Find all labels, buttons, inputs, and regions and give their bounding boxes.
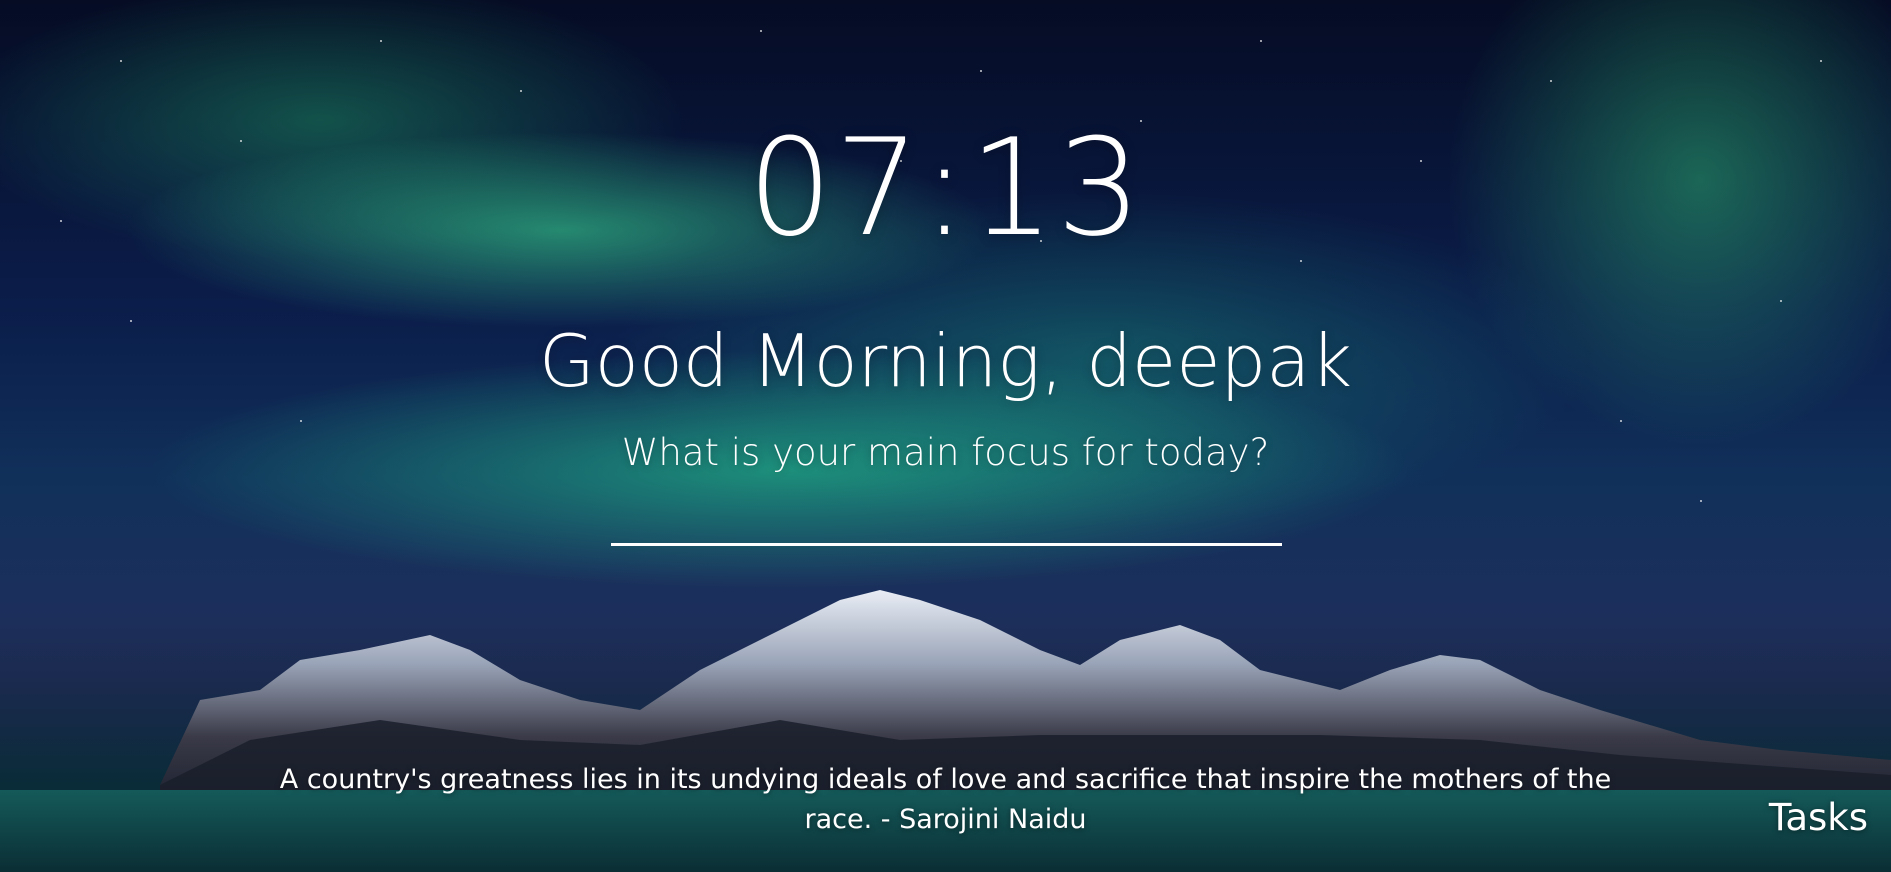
greeting-text: Good Morning, deepak (538, 319, 1353, 403)
focus-input[interactable] (611, 500, 1282, 546)
clock-time: 07:13 (747, 110, 1144, 266)
focus-prompt: What is your main focus for today? (621, 431, 1270, 474)
quote-text: A country's greatness lies in its undyin… (279, 764, 1612, 835)
tasks-button[interactable]: Tasks (1769, 796, 1868, 840)
